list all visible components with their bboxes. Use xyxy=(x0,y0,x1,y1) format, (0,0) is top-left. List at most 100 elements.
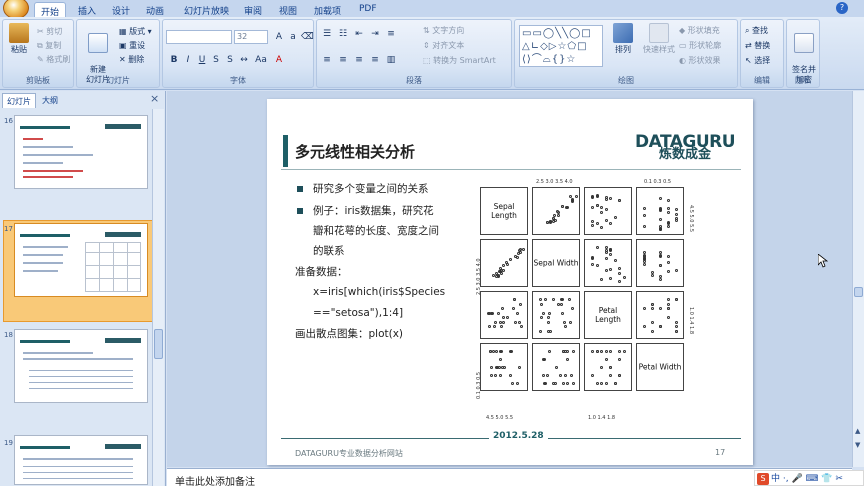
slides-pane-scrollbar[interactable] xyxy=(152,109,164,486)
scroll-thumb[interactable] xyxy=(854,287,863,297)
format-painter-button[interactable]: ✎ 格式刷 xyxy=(37,54,70,65)
scatter-point xyxy=(667,298,670,301)
prev-slide-icon[interactable]: ▲ xyxy=(855,427,860,435)
tab-addins[interactable]: 加载项 xyxy=(308,2,347,17)
increase-indent-icon[interactable]: ⇥ xyxy=(369,28,381,40)
tab-animations[interactable]: 动画 xyxy=(140,2,170,17)
tab-slides[interactable]: 幻灯片 xyxy=(2,93,36,108)
smartart-button[interactable]: ⬚ 转换为 SmartArt xyxy=(423,55,496,66)
scatter-point xyxy=(560,311,564,315)
select-button[interactable]: ↖ 选择 xyxy=(745,55,770,66)
copy-button[interactable]: ⧉ 复制 xyxy=(37,40,61,51)
tab-design[interactable]: 设计 xyxy=(106,2,136,17)
clear-format-icon[interactable]: ⌫ xyxy=(301,31,314,43)
scatter-point xyxy=(675,325,678,328)
font-color-icon[interactable]: A xyxy=(273,54,285,66)
slide-scrollbar[interactable]: ▲ ▼ xyxy=(852,91,864,467)
bold-icon[interactable]: B xyxy=(168,54,180,66)
sign-document-icon xyxy=(794,33,814,53)
align-right-icon[interactable]: ≡ xyxy=(353,54,365,66)
ime-toolbar[interactable]: S中 ·, 🎤 ⌨ 👕 ✂ xyxy=(754,470,864,486)
scatter-point xyxy=(511,307,515,310)
layout-button[interactable]: ▦ 版式 ▾ xyxy=(119,26,152,37)
scatter-point xyxy=(600,278,603,282)
shrink-font-icon[interactable]: a xyxy=(287,31,299,43)
tab-insert[interactable]: 插入 xyxy=(72,2,102,17)
columns-icon[interactable]: ▥ xyxy=(385,54,397,66)
slide-thumbnail-19[interactable] xyxy=(14,435,148,485)
cut-button[interactable]: ✂ 剪切 xyxy=(37,26,62,37)
tab-slideshow[interactable]: 幻灯片放映 xyxy=(178,2,235,17)
scatter-point xyxy=(560,302,564,306)
scatter-point xyxy=(563,320,566,324)
tab-review[interactable]: 审阅 xyxy=(238,2,268,17)
scatter-point xyxy=(643,325,646,328)
scatter-point xyxy=(651,320,654,324)
find-button[interactable]: ⌕ 查找 xyxy=(745,25,768,36)
slide-title[interactable]: 多元线性相关分析 xyxy=(295,141,415,162)
align-left-icon[interactable]: ≡ xyxy=(321,54,333,66)
shape-effects-button[interactable]: ◐ 形状效果 xyxy=(679,55,721,66)
tab-home[interactable]: 开始 xyxy=(34,2,67,18)
shadow-icon[interactable]: S xyxy=(224,54,236,66)
plot-line: 画出散点图集：plot(x) xyxy=(295,328,404,340)
char-spacing-icon[interactable]: ↔ xyxy=(238,54,250,66)
scatter-point xyxy=(591,256,594,260)
help-icon[interactable]: ? xyxy=(836,2,848,14)
next-slide-icon[interactable]: ▼ xyxy=(855,441,860,449)
font-size-combo[interactable]: 32 xyxy=(234,30,268,44)
scatter-point xyxy=(609,196,612,200)
replace-button[interactable]: ⇄ 替换 xyxy=(745,40,770,51)
change-case-icon[interactable]: Aa xyxy=(255,54,267,66)
reset-button[interactable]: ▣ 重设 xyxy=(119,40,145,51)
footer-site: DATAGURU专业数据分析网站 xyxy=(295,449,403,458)
scatter-point xyxy=(515,382,519,385)
bullets-icon[interactable]: ☰ xyxy=(321,28,333,40)
align-text-button[interactable]: ⇕ 对齐文本 xyxy=(423,40,464,51)
quick-styles-button[interactable]: 快速样式 xyxy=(639,23,679,55)
scatter-point xyxy=(643,224,646,228)
shape-fill-button[interactable]: ◆ 形状填充 xyxy=(679,25,720,36)
slide-thumbnail-17[interactable] xyxy=(14,223,148,297)
tab-pdf[interactable]: PDF xyxy=(353,2,383,17)
font-name-combo[interactable] xyxy=(166,30,232,44)
delete-slide-button[interactable]: ✕ 删除 xyxy=(119,54,144,65)
underline-icon[interactable]: U xyxy=(196,54,208,66)
grow-font-icon[interactable]: A xyxy=(273,31,285,43)
scatter-point xyxy=(609,222,612,226)
arrange-button[interactable]: 排列 xyxy=(609,23,637,55)
variable-label: Sepal Length xyxy=(491,202,517,220)
justify-icon[interactable]: ≡ xyxy=(369,54,381,66)
text-direction-button[interactable]: ⇅ 文字方向 xyxy=(423,25,464,36)
strikethrough-icon[interactable]: S xyxy=(210,54,222,66)
scatter-point xyxy=(506,316,510,319)
scroll-thumb[interactable] xyxy=(154,329,163,359)
scatter-point xyxy=(600,206,603,210)
scatter-point xyxy=(600,210,603,214)
scatter-point xyxy=(542,374,546,377)
scatter-point xyxy=(604,197,608,201)
close-pane-icon[interactable]: × xyxy=(150,92,159,105)
slide-thumbnail-16[interactable] xyxy=(14,115,148,189)
slide-canvas[interactable]: 多元线性相关分析 DATAGURU 炼数成金 研究多个变量之间的关系 例子：ir… xyxy=(267,99,753,465)
shapes-gallery[interactable]: ▭▭◯╲╲◯□ △∟◇▷☆⬠□ ⟨⟩⌒⌓{}☆ xyxy=(519,25,603,67)
line-spacing-icon[interactable]: ≡ xyxy=(385,28,397,40)
scatter-point xyxy=(552,213,556,217)
italic-icon[interactable]: I xyxy=(182,54,194,66)
notes-placeholder[interactable]: 单击此处添加备注 xyxy=(175,473,255,486)
decrease-indent-icon[interactable]: ⇤ xyxy=(353,28,365,40)
notes-pane[interactable]: 单击此处添加备注 xyxy=(167,468,852,486)
font-group-label: 字体 xyxy=(230,76,246,85)
scatter-point xyxy=(595,382,599,385)
dataguru-logo: DATAGURU 炼数成金 xyxy=(635,132,736,162)
ribbon-tab-bar: 开始 插入 设计 动画 幻灯片放映 审阅 视图 加载项 PDF ? xyxy=(0,0,864,19)
align-center-icon[interactable]: ≡ xyxy=(337,54,349,66)
paste-button[interactable]: 粘贴 xyxy=(5,23,33,55)
slide-thumbnail-18[interactable] xyxy=(14,329,148,403)
tab-view[interactable]: 视图 xyxy=(273,2,303,17)
tab-outline[interactable]: 大纲 xyxy=(38,93,62,108)
tick-label: 2.5 3.0 3.5 4.0 xyxy=(536,179,573,185)
numbering-icon[interactable]: ☷ xyxy=(337,28,349,40)
shape-outline-button[interactable]: ▭ 形状轮廓 xyxy=(679,40,721,51)
scatter-point xyxy=(618,266,621,270)
